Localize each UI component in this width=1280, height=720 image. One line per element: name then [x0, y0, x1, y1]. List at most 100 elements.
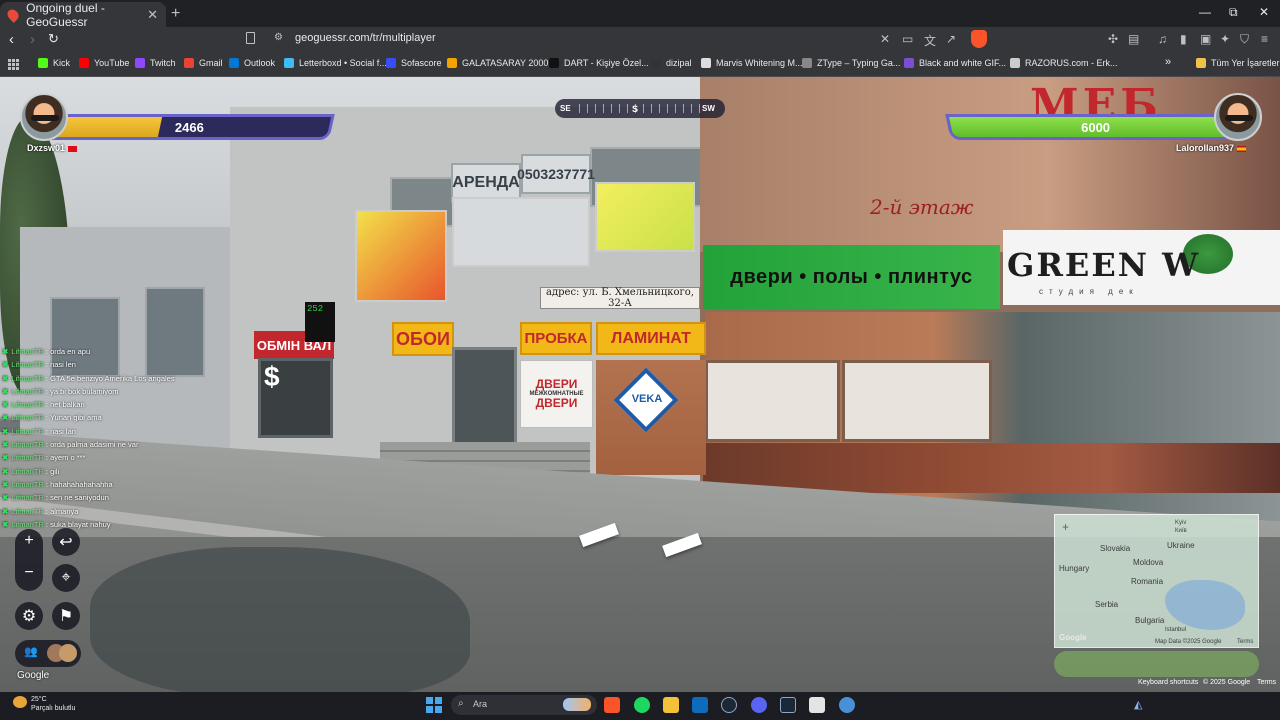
- undo-button[interactable]: ↩: [52, 528, 80, 556]
- chat-badge-icon: ✖: [2, 519, 9, 529]
- wallet-icon[interactable]: ▣: [1200, 32, 1211, 46]
- guess-button[interactable]: [1054, 651, 1259, 677]
- bookmarks-overflow-icon[interactable]: »: [1165, 56, 1171, 68]
- zoom-in-button[interactable]: +: [15, 532, 43, 550]
- chat-message: ✖ LifmanTR : orda palma adasimi ne var: [2, 440, 139, 450]
- flag-button[interactable]: ⚑: [52, 602, 80, 630]
- vpn-icon[interactable]: ⛉: [1240, 32, 1249, 47]
- bookmark-label: GALATASARAY 2000...: [462, 58, 556, 68]
- forward-icon[interactable]: ›: [30, 31, 35, 48]
- bookmark-item[interactable]: Twitch: [135, 58, 176, 68]
- minimap-expand-icon[interactable]: +: [1062, 520, 1069, 534]
- bookmark-item[interactable]: YouTube: [79, 58, 129, 68]
- steam-taskbar-icon[interactable]: [780, 697, 796, 713]
- outlook-taskbar-icon[interactable]: [692, 697, 708, 713]
- windows-start-icon[interactable]: [426, 697, 442, 713]
- app-taskbar-icon[interactable]: [809, 697, 825, 713]
- laminate-sign: ЛАМИНАТ: [596, 322, 706, 355]
- keyboard-shortcuts-link[interactable]: Keyboard shortcuts: [1138, 679, 1198, 686]
- bookmark-page-icon[interactable]: [246, 32, 255, 44]
- chat-message: ✖ LifmanTR : gili: [2, 466, 60, 476]
- file-explorer-taskbar-icon[interactable]: [663, 697, 679, 713]
- chat-message: ✖ LifmanTR : Yunan gibi ama: [2, 413, 102, 423]
- bookmark-item[interactable]: RAZORUS.com - Erk...: [1010, 58, 1118, 68]
- settings-button[interactable]: ⚙: [15, 602, 43, 630]
- chat-badge-icon: ✖: [2, 466, 9, 476]
- translate-icon[interactable]: 文: [924, 32, 936, 49]
- phone-sign: 0503237771: [517, 154, 595, 194]
- all-bookmarks-folder[interactable]: Tüm Yer İşaretleri: [1196, 58, 1280, 68]
- brave-shields-icon[interactable]: [971, 30, 987, 48]
- chat-message: ✖ LifmanTR : hahahahahahahha: [2, 479, 113, 489]
- weather-desc: Parçalı bulutlu: [31, 705, 76, 712]
- bookmark-item[interactable]: Black and white GIF...: [904, 58, 1006, 68]
- share-icon[interactable]: ↗: [946, 32, 956, 46]
- chat-text: almanya: [50, 506, 79, 516]
- google-watermark: Google: [17, 670, 50, 681]
- restore-button[interactable]: ⧉: [1229, 5, 1238, 20]
- leo-icon[interactable]: ✦: [1220, 32, 1230, 46]
- return-to-start-button[interactable]: ⌖: [52, 564, 80, 592]
- bookmark-favicon-icon: [802, 58, 812, 68]
- taskbar-search[interactable]: ⌕ Ara: [451, 695, 597, 715]
- spotify-taskbar-icon[interactable]: [634, 697, 650, 713]
- network-tray-icon[interactable]: ◭: [1134, 698, 1142, 711]
- minimize-button[interactable]: —: [1199, 5, 1211, 19]
- brave-taskbar-icon[interactable]: [604, 697, 620, 713]
- bookmark-favicon-icon: [386, 58, 396, 68]
- guess-minimap[interactable]: + Kyiv Київ Slovakia Ukraine Moldova Hungary R…: [1054, 514, 1259, 648]
- bookmark-label: Sofascore: [401, 58, 442, 68]
- bookmark-item[interactable]: GALATASARAY 2000...: [447, 58, 556, 68]
- terms-link[interactable]: Terms: [1257, 679, 1276, 686]
- tab-close-icon[interactable]: ✕: [147, 7, 158, 23]
- steam-taskbar-icon[interactable]: [721, 697, 737, 713]
- bookmark-item[interactable]: dizipal: [651, 58, 692, 68]
- chat-badge-icon: ✖: [2, 426, 9, 436]
- copyright: © 2025 Google: [1203, 679, 1251, 686]
- menu-icon[interactable]: ≡: [1261, 32, 1268, 46]
- bookmark-item[interactable]: Marvis Whitening M...: [701, 58, 803, 68]
- extensions-icon[interactable]: ✣: [1108, 32, 1118, 46]
- zoom-controls: + −: [15, 529, 43, 591]
- map-terms[interactable]: Terms: [1237, 639, 1253, 645]
- player-left-name: Dxzsw01: [27, 143, 66, 153]
- friend-avatar: [59, 644, 77, 662]
- bookmark-label: Marvis Whitening M...: [716, 58, 803, 68]
- bookmark-item[interactable]: ZType – Typing Ga...: [802, 58, 900, 68]
- bookmark-item[interactable]: Sofascore: [386, 58, 442, 68]
- cast-icon[interactable]: ▭: [902, 32, 913, 46]
- zoom-out-button[interactable]: −: [15, 564, 43, 582]
- chat-text: suka blayat nahuy: [50, 519, 111, 529]
- poster-left: [355, 210, 447, 302]
- window-close-button[interactable]: ✕: [1259, 5, 1269, 19]
- bookmark-favicon-icon: [284, 58, 294, 68]
- apps-grid-icon[interactable]: [8, 59, 19, 70]
- bookmark-favicon-icon: [79, 58, 89, 68]
- discord-taskbar-icon[interactable]: [751, 697, 767, 713]
- site-settings-icon[interactable]: ⚙: [274, 32, 283, 43]
- new-tab-button[interactable]: +: [171, 5, 180, 23]
- weather-widget[interactable]: 25°C Parçalı bulutlu: [31, 695, 75, 713]
- tab-geoguessr[interactable]: Ongoing duel - GeoGuessr ✕: [0, 1, 166, 29]
- back-icon[interactable]: ‹: [9, 31, 14, 48]
- chat-username: LifmanTR: [11, 453, 44, 463]
- bookmark-favicon-icon: [1010, 58, 1020, 68]
- bookmark-item[interactable]: Outlook: [229, 58, 275, 68]
- reload-icon[interactable]: ↻: [48, 31, 59, 47]
- chat-username: LifmanTR: [11, 466, 44, 476]
- sidebar-icon[interactable]: ▮: [1180, 32, 1187, 46]
- bookmark-item[interactable]: Gmail: [184, 58, 223, 68]
- bookmark-item[interactable]: Kick: [38, 58, 70, 68]
- bookmark-item[interactable]: DART - Kişiye Özel...: [549, 58, 649, 68]
- settings-taskbar-icon[interactable]: [839, 697, 855, 713]
- map-label: Slovakia: [1100, 544, 1131, 553]
- url-field[interactable]: geoguessr.com/tr/multiplayer: [295, 32, 436, 44]
- sidepanel-icon[interactable]: ▤: [1128, 32, 1139, 46]
- media-icon[interactable]: ♫: [1158, 32, 1167, 46]
- bookmark-item[interactable]: Letterboxd • Social f...: [284, 58, 387, 68]
- friends-button[interactable]: 👥: [15, 640, 81, 667]
- map-label: Romania: [1131, 577, 1164, 586]
- map-attribution: Map Data ©2025 Google: [1155, 639, 1222, 645]
- no-camera-icon[interactable]: ✕: [880, 32, 890, 46]
- bookmark-label: DART - Kişiye Özel...: [564, 58, 649, 68]
